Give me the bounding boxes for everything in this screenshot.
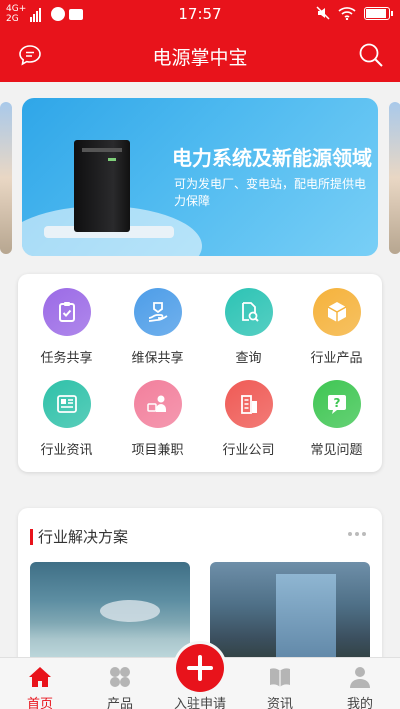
more-icon[interactable] xyxy=(348,532,366,536)
grid-item-project-parttime[interactable]: 项目兼职 xyxy=(112,380,203,458)
document-search-icon xyxy=(224,288,273,336)
solution-card-building[interactable] xyxy=(210,562,370,668)
prev-banner-peek[interactable] xyxy=(0,102,12,254)
clipboard-check-icon xyxy=(42,288,91,336)
grid-item-label: 行业公司 xyxy=(222,443,275,458)
tab-label: 资讯 xyxy=(266,697,293,709)
section-title: 行业解决方案 xyxy=(38,528,129,546)
section-accent-bar xyxy=(30,529,33,545)
book-icon xyxy=(270,668,290,687)
grid-item-task-share[interactable]: 任务共享 xyxy=(21,288,112,366)
wifi-icon xyxy=(338,7,356,20)
building-icon xyxy=(224,380,273,428)
battery-icon xyxy=(364,6,393,20)
grid-item-industry-products[interactable]: 行业产品 xyxy=(291,288,382,366)
tab-home[interactable]: 首页 xyxy=(0,658,80,709)
battery-level xyxy=(366,8,386,18)
grid-item-label: 任务共享 xyxy=(40,351,93,366)
cube-icon xyxy=(312,288,361,336)
tab-label: 首页 xyxy=(26,697,53,709)
news-icon xyxy=(42,380,91,428)
grid-item-label: 行业产品 xyxy=(310,351,363,366)
banner-subtitle: 可为发电厂、变电站，配电所提供电力保障 xyxy=(174,177,367,208)
banner-title: 电力系统及新能源领域 xyxy=(172,146,372,170)
search-icon[interactable] xyxy=(358,42,384,68)
user-icon xyxy=(350,667,370,688)
status-bar: 4G+ 2G 17:57 xyxy=(0,0,400,28)
grid-item-label: 查询 xyxy=(235,351,262,366)
grid-item-maintenance-share[interactable]: 维保共享 xyxy=(112,288,203,366)
maintenance-hand-icon xyxy=(133,288,182,336)
grid-item-query[interactable]: 查询 xyxy=(203,288,294,366)
grid-item-label: 常见问题 xyxy=(310,443,363,458)
tab-mine[interactable]: 我的 xyxy=(320,658,400,709)
feature-grid: 任务共享 维保共享 查询 行业产品 行业资讯 项目兼职 行业公司 ? 常见问题 xyxy=(18,274,382,472)
solution-card-stadium[interactable] xyxy=(30,562,190,668)
svg-text:?: ? xyxy=(333,396,340,410)
grid-item-faq[interactable]: ? 常见问题 xyxy=(291,380,382,458)
tab-news[interactable]: 资讯 xyxy=(240,658,320,709)
grid-item-label: 维保共享 xyxy=(131,351,184,366)
grid-item-label: 行业资讯 xyxy=(40,443,93,458)
promo-banner[interactable]: 电力系统及新能源领域 可为发电厂、变电站，配电所提供电力保障 xyxy=(22,98,378,256)
worker-icon xyxy=(133,380,182,428)
grid-item-industry-news[interactable]: 行业资讯 xyxy=(21,380,112,458)
plus-icon[interactable] xyxy=(176,644,224,692)
page-title: 电源掌中宝 xyxy=(152,47,248,69)
question-icon: ? xyxy=(312,380,361,428)
grid-item-industry-companies[interactable]: 行业公司 xyxy=(203,380,294,458)
ups-server-image xyxy=(74,140,130,232)
tab-label: 入驻申请 xyxy=(173,697,226,709)
grid-icon xyxy=(110,667,130,687)
mute-icon xyxy=(316,6,330,20)
grid-item-label: 项目兼职 xyxy=(131,443,184,458)
tab-products[interactable]: 产品 xyxy=(80,658,160,709)
tab-label: 产品 xyxy=(106,697,133,709)
top-navbar: 电源掌中宝 xyxy=(0,28,400,82)
next-banner-peek[interactable] xyxy=(389,102,400,254)
tab-label: 我的 xyxy=(346,697,373,709)
home-icon xyxy=(29,667,51,687)
